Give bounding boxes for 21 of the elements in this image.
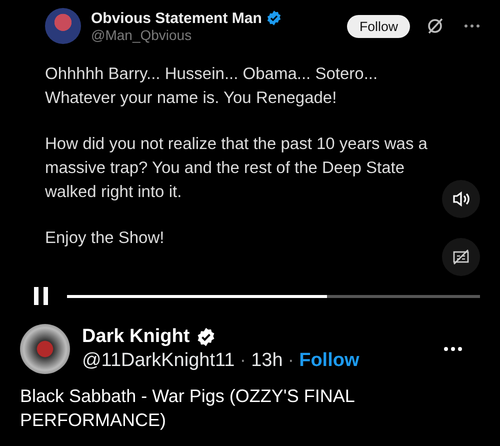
pause-icon[interactable] xyxy=(33,287,49,305)
author-name: Obvious Statement Man xyxy=(91,10,262,26)
post-text: Black Sabbath - War Pigs (OZZY'S FINAL PERFORMANCE) xyxy=(20,385,356,432)
more-icon[interactable] xyxy=(464,24,480,28)
captions-icon xyxy=(451,247,471,267)
progress-bar[interactable] xyxy=(67,294,480,298)
post-paragraph: How did you not realize that the past 10 years was a massive trap? You and the rest of the Deep State walked right into it. xyxy=(45,134,428,203)
post-paragraph: Enjoy the Show! xyxy=(45,228,166,249)
avatar xyxy=(45,8,81,44)
speaker-icon xyxy=(451,189,471,209)
separator: · xyxy=(288,350,294,372)
avatar xyxy=(20,324,70,374)
author-name: Dark Knight xyxy=(82,326,190,348)
more-icon[interactable] xyxy=(444,347,462,351)
post-paragraph: Ohhhhh Barry... Hussein... Obama... Sotero... Whatever your name is. You Renegade! xyxy=(45,64,379,109)
author-handle: @11DarkKnight11 xyxy=(82,350,235,372)
post-time: 13h xyxy=(251,350,283,372)
follow-button[interactable]: Follow xyxy=(347,14,410,38)
follow-link[interactable]: Follow xyxy=(299,350,360,372)
author-handle: @Man_Qbvious xyxy=(91,26,193,42)
separator: · xyxy=(240,350,246,372)
